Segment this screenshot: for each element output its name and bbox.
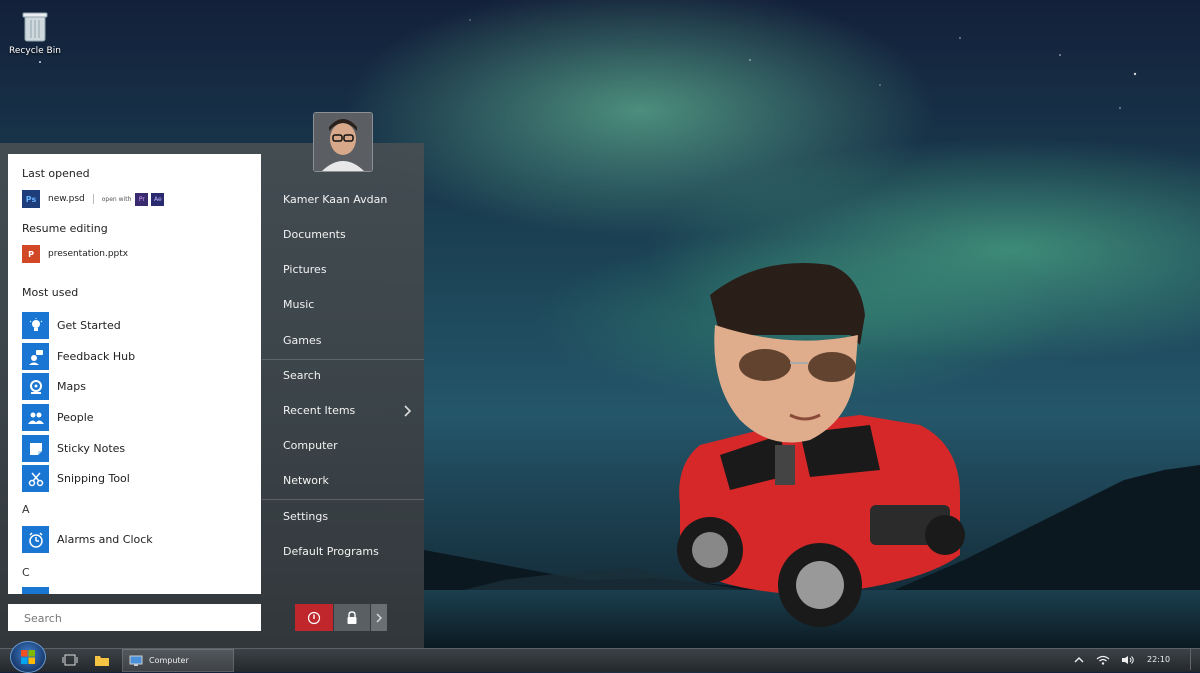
wifi-icon [1096,655,1110,665]
after-effects-icon[interactable]: Ae [151,192,165,206]
app-label: Snipping Tool [57,472,130,485]
show-hidden-icons[interactable] [1074,648,1084,671]
powerpoint-icon: P [22,245,40,263]
app-label: Alarms and Clock [57,533,153,546]
chevron-right-icon [376,613,382,622]
scissors-icon [22,465,49,492]
user-name-link[interactable]: Kamer Kaan Avdan [283,190,413,210]
resume-file: presentation.pptx [48,249,129,259]
user-avatar[interactable] [313,112,373,172]
lightbulb-icon [22,312,49,339]
right-item-default-programs[interactable]: Default Programs [283,542,413,562]
premiere-icon[interactable]: Pr [135,192,149,206]
photoshop-icon: Ps [22,190,40,208]
lock-icon [347,610,357,624]
app-feedback-hub[interactable]: Feedback Hub [22,343,252,370]
power-options-button[interactable] [371,604,387,631]
separator [92,194,94,204]
app-label: Sticky Notes [57,442,126,455]
search-input[interactable] [22,604,256,633]
maps-icon [22,373,49,400]
most-used-heading: Most used [22,286,79,299]
letter-header-a[interactable]: A [22,503,30,516]
sticky-notes-icon [22,435,49,462]
power-button[interactable] [295,604,333,631]
clock[interactable]: 22:10 [1147,648,1170,671]
computer-icon [129,655,143,666]
computer-taskbar-button[interactable]: Computer [122,649,234,672]
recycle-bin-shortcut[interactable]: Recycle Bin [8,10,62,56]
divider [262,499,424,500]
last-opened-item[interactable]: Ps new.psd open with Pr Ae [22,189,167,209]
task-view-icon [62,654,78,666]
user-photo-icon [314,113,372,171]
start-left-panel: Last opened Ps new.psd open with Pr Ae R… [8,154,261,594]
app-people[interactable]: People [22,404,252,431]
right-item-network[interactable]: Network [283,471,413,491]
file-explorer-button[interactable] [92,650,112,670]
last-opened-heading: Last opened [22,167,90,180]
app-label: Get Started [57,319,121,332]
chevron-up-icon [1074,656,1084,662]
folder-icon [95,655,109,666]
right-item-computer[interactable]: Computer [283,436,413,456]
app-get-started[interactable]: Get Started [22,312,252,339]
volume-control[interactable] [1121,648,1135,671]
recycle-bin-label: Recycle Bin [9,46,61,56]
show-desktop-button[interactable] [1190,649,1197,670]
open-with-label: open with [101,195,132,203]
right-item-music[interactable]: Music [283,295,413,315]
letter-header-c[interactable]: C [22,566,30,579]
right-item-settings[interactable]: Settings [283,507,413,527]
right-item-pictures[interactable]: Pictures [283,260,413,280]
lock-button[interactable] [334,604,370,631]
speaker-icon [1122,655,1134,664]
app-label: Maps [57,380,86,393]
start-button[interactable] [10,641,46,673]
task-view-button[interactable] [60,650,80,670]
app-snipping-tool[interactable]: Snipping Tool [22,465,252,492]
people-icon [22,404,49,431]
app-maps[interactable]: Maps [22,373,252,400]
windows-logo-icon [21,650,35,664]
app-alarms-and-clock[interactable]: Alarms and Clock [22,526,252,553]
right-item-recent-items[interactable]: Recent Items [283,401,413,421]
recycle-bin-icon [22,12,48,42]
right-item-search[interactable]: Search [283,366,413,386]
start-search-box[interactable] [8,604,261,633]
computer-taskbar-label: Computer [149,656,189,665]
partial-app-tile[interactable] [22,587,49,594]
power-icon [307,611,321,624]
app-label: Feedback Hub [57,350,136,363]
resume-editing-heading: Resume editing [22,222,108,235]
alarm-clock-icon [22,526,49,553]
app-sticky-notes[interactable]: Sticky Notes [22,435,252,462]
right-item-documents[interactable]: Documents [283,225,413,245]
chevron-right-icon[interactable] [404,405,412,420]
right-item-games[interactable]: Games [283,331,413,351]
app-label: People [57,411,94,424]
resume-item[interactable]: P presentation.pptx [22,244,128,264]
divider [262,359,424,360]
face-on-toy-car-sticker [677,263,965,627]
last-opened-file: new.psd [48,194,85,204]
wifi-status[interactable] [1096,648,1110,671]
feedback-icon [22,343,49,370]
